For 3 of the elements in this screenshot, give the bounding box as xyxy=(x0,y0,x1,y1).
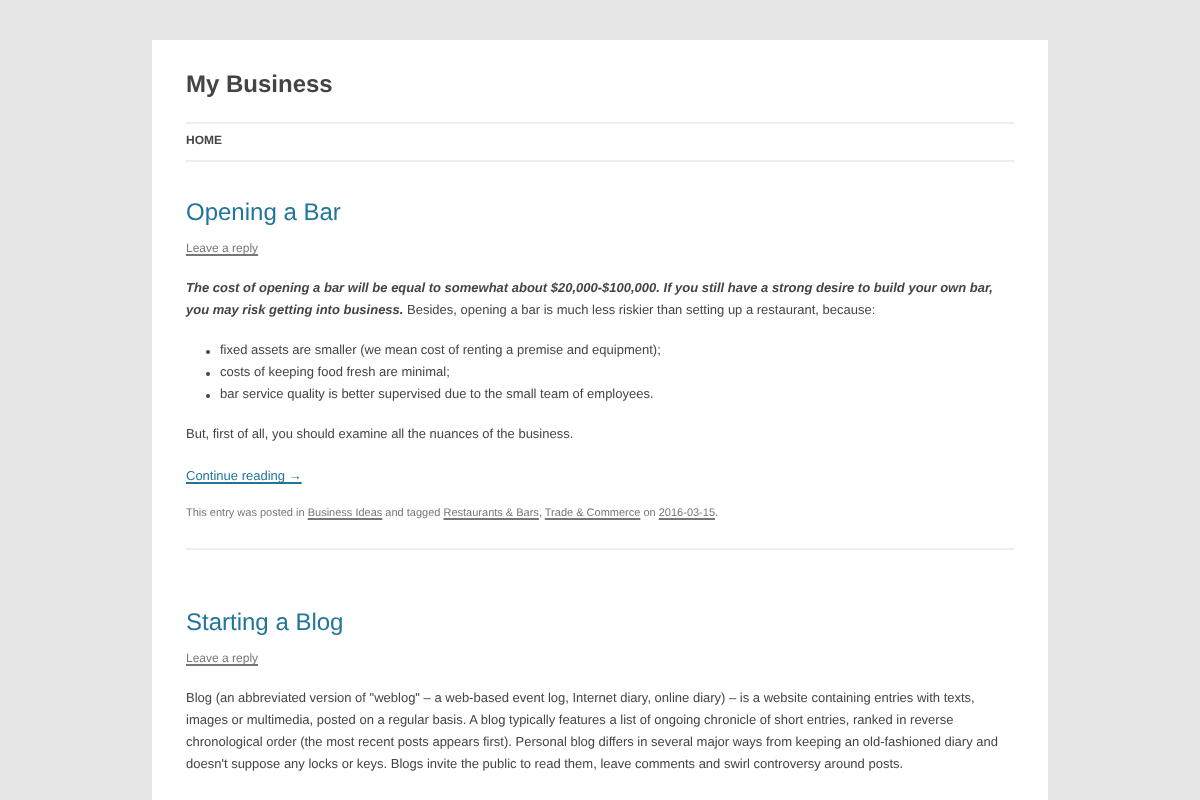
site-title[interactable]: My Business xyxy=(186,68,1014,100)
post-title[interactable]: Starting a Blog xyxy=(186,606,1014,638)
post-title[interactable]: Opening a Bar xyxy=(186,196,1014,228)
